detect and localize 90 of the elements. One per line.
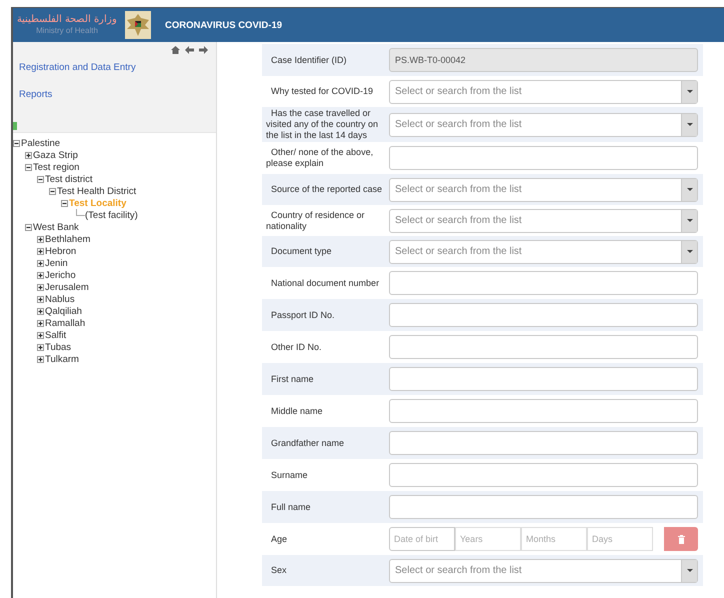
tree-item[interactable]: Ramallah xyxy=(45,318,86,328)
field-label: Grandfather name xyxy=(270,438,346,448)
tree-item[interactable]: Jericho xyxy=(45,270,76,280)
tree-connector xyxy=(76,208,85,216)
field-label: Middle name xyxy=(270,406,324,416)
date-of-birth-field[interactable]: Date of birt xyxy=(389,527,455,551)
collapse-icon[interactable] xyxy=(25,223,33,231)
sidebar-link[interactable]: Reports xyxy=(13,89,52,101)
collapse-icon[interactable] xyxy=(49,187,57,195)
field-label: Surname xyxy=(270,470,309,480)
expand-icon[interactable] xyxy=(37,235,45,243)
expand-icon[interactable] xyxy=(37,331,45,339)
field-label: Why tested for COVID-19 xyxy=(270,86,374,97)
caret-icon[interactable] xyxy=(681,240,697,262)
expand-icon[interactable] xyxy=(37,271,45,279)
tree-item[interactable]: West Bank xyxy=(33,222,79,232)
tree-item[interactable]: Test region xyxy=(33,162,80,172)
tree-item[interactable]: Tubas xyxy=(45,342,72,352)
field-label: Full name xyxy=(270,502,312,512)
tree-item[interactable]: Jenin xyxy=(45,258,68,268)
text-field[interactable] xyxy=(389,367,698,391)
collapse-icon[interactable] xyxy=(25,163,33,171)
select-dropdown[interactable]: Select or search from the list xyxy=(389,240,698,264)
forward-arrow-icon[interactable] xyxy=(199,46,208,54)
text-field[interactable] xyxy=(389,399,698,423)
expand-icon[interactable] xyxy=(37,247,45,255)
caret-icon[interactable] xyxy=(681,560,697,582)
select-dropdown[interactable]: Select or search from the list xyxy=(389,558,698,582)
text-field[interactable] xyxy=(389,271,698,295)
ministry-name: Ministry of Health xyxy=(36,27,98,35)
expand-icon[interactable] xyxy=(37,343,45,351)
tree-item[interactable]: Nablus xyxy=(45,294,75,304)
field-label: Other/ none of the above, please explain xyxy=(265,147,374,169)
field-label: Source of the reported case xyxy=(270,184,384,195)
tree-item[interactable]: Jerusalem xyxy=(45,282,89,292)
months-field[interactable]: Months xyxy=(521,527,587,551)
tree-item[interactable]: Hebron xyxy=(45,246,76,256)
expand-icon[interactable] xyxy=(37,355,45,363)
collapse-icon[interactable] xyxy=(61,199,69,207)
home-icon[interactable] xyxy=(171,46,180,54)
case-id-field: PS.WB-T0-00042 xyxy=(389,48,698,72)
caret-icon[interactable] xyxy=(681,114,697,136)
tree-item[interactable]: Gaza Strip xyxy=(33,150,78,160)
select-dropdown[interactable]: Select or search from the list xyxy=(389,80,698,104)
expand-icon[interactable] xyxy=(37,295,45,303)
field-label: Case Identifier (ID) xyxy=(270,54,348,66)
eagle-emblem-icon xyxy=(125,11,151,39)
field-label: First name xyxy=(270,374,315,384)
select-dropdown[interactable]: Select or search from the list xyxy=(389,208,698,232)
expand-icon[interactable] xyxy=(25,151,33,159)
ministry-arabic-name: وزارة الصحة الفلسطينية xyxy=(17,15,117,25)
days-field[interactable]: Days xyxy=(587,527,653,551)
field-label: Document type xyxy=(270,246,333,257)
field-label: National document number xyxy=(270,278,380,288)
toggle-handle[interactable] xyxy=(13,122,17,130)
sidebar-link[interactable]: Registration and Data Entry xyxy=(13,62,136,74)
text-field[interactable] xyxy=(389,335,698,359)
caret-icon[interactable] xyxy=(681,210,697,232)
expand-icon[interactable] xyxy=(37,283,45,291)
tree-item[interactable]: Palestine xyxy=(21,138,60,148)
expand-icon[interactable] xyxy=(37,319,45,327)
back-arrow-icon[interactable] xyxy=(185,46,194,54)
expand-icon[interactable] xyxy=(37,307,45,315)
field-label: Age xyxy=(270,534,288,544)
text-field[interactable] xyxy=(389,495,698,519)
select-dropdown[interactable]: Select or search from the list xyxy=(389,178,698,202)
field-label: Passport ID No. xyxy=(270,310,336,320)
expand-icon[interactable] xyxy=(37,259,45,267)
caret-icon[interactable] xyxy=(681,178,697,200)
field-label: Country of residence or nationality xyxy=(265,210,366,232)
tree-item[interactable]: Qalqiliah xyxy=(45,306,82,316)
field-label: Sex xyxy=(270,565,288,576)
collapse-icon[interactable] xyxy=(13,139,21,147)
text-field[interactable] xyxy=(389,146,698,170)
text-field[interactable] xyxy=(389,303,698,327)
tree-item[interactable]: Tulkarm xyxy=(45,354,79,364)
text-field[interactable] xyxy=(389,431,698,455)
field-label: Has the case travelled or visited any of the country on the list in the last 14 days xyxy=(265,108,380,141)
tree-item[interactable]: Test Health District xyxy=(57,186,136,196)
text-field[interactable] xyxy=(389,463,698,487)
caret-icon[interactable] xyxy=(681,80,697,102)
years-field[interactable]: Years xyxy=(455,527,521,551)
tree-item[interactable]: Test district xyxy=(45,174,93,184)
field-label: Other ID No. xyxy=(270,342,323,352)
tree-item[interactable]: Salfit xyxy=(45,330,66,340)
app-title: CORONAVIRUS COVID-19 xyxy=(165,20,282,30)
tree-item[interactable]: (Test facility) xyxy=(85,210,138,220)
collapse-icon[interactable] xyxy=(37,175,45,183)
select-dropdown[interactable]: Select or search from the list xyxy=(389,112,698,136)
tree-item[interactable]: Bethlahem xyxy=(45,234,90,244)
